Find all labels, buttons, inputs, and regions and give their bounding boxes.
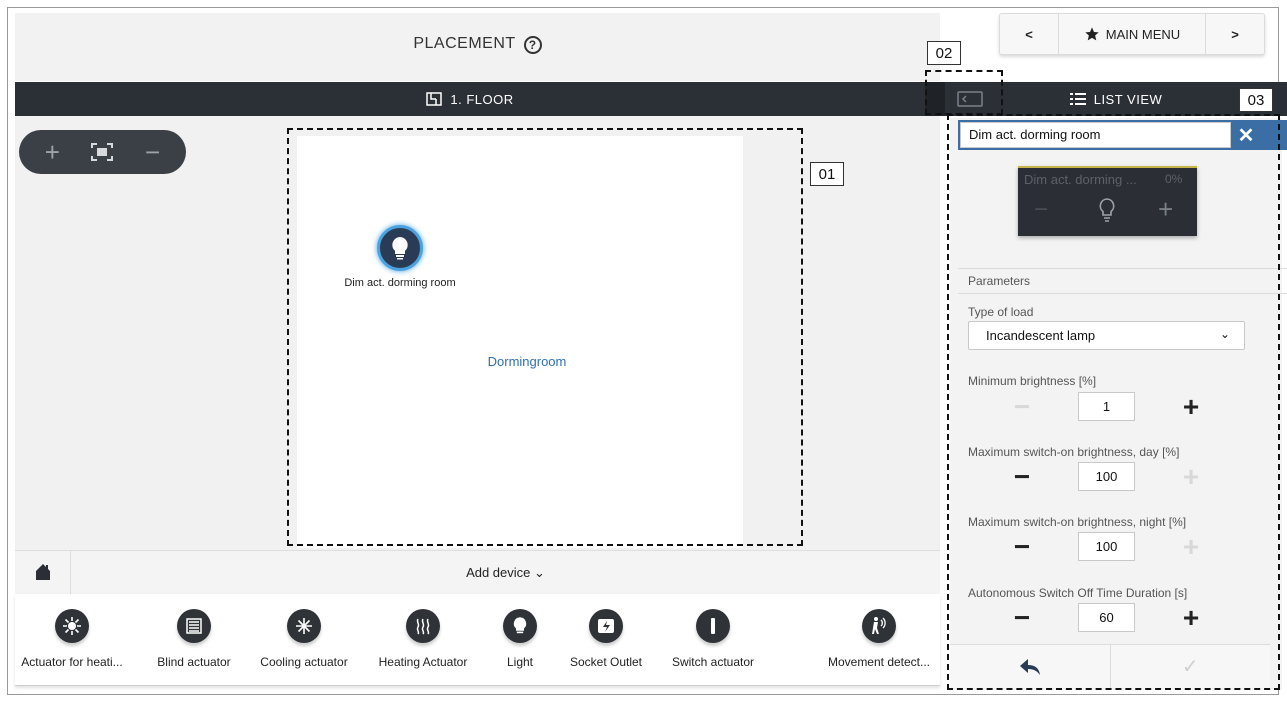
tray-item-movement-detector[interactable]: Movement detect... <box>820 609 938 669</box>
placed-device-label: Dim act. dorming room <box>344 277 456 289</box>
tray-item-heating-actuator-2[interactable]: Heating Actuator <box>372 609 474 669</box>
callout-label-02: 02 <box>927 41 961 65</box>
next-button[interactable]: > <box>1206 14 1264 54</box>
zoom-controls: + − <box>19 130 186 174</box>
main-nav: < MAIN MENU > <box>999 13 1265 55</box>
floor-bar[interactable]: 1. FLOOR <box>15 82 925 116</box>
tray-item-socket-outlet[interactable]: Socket Outlet <box>564 609 648 669</box>
heat-waves-icon <box>406 609 440 643</box>
fit-to-screen-icon[interactable] <box>91 143 114 161</box>
prev-button[interactable]: < <box>1000 14 1058 54</box>
tray-item-cooling-actuator[interactable]: Cooling actuator <box>255 609 353 669</box>
bulb-icon <box>392 237 408 260</box>
main-menu-button[interactable]: MAIN MENU <box>1058 14 1206 54</box>
tray-item-switch-actuator[interactable]: Switch actuator <box>666 609 760 669</box>
floor-plan-icon <box>426 92 443 106</box>
home-button[interactable] <box>15 550 71 594</box>
star-icon <box>1085 27 1099 41</box>
house-icon <box>35 564 50 580</box>
callout-label-01: 01 <box>810 162 844 186</box>
tray-item-heating-actuator[interactable]: Actuator for heati... <box>15 609 129 669</box>
zoom-in-button[interactable]: + <box>45 137 60 168</box>
zoom-out-button[interactable]: − <box>145 137 160 168</box>
chevron-down-icon: ⌄ <box>534 565 545 580</box>
tray-item-light[interactable]: Light <box>500 609 540 669</box>
bulb-icon <box>503 609 537 643</box>
callout-region-03 <box>947 114 1280 690</box>
heating-actuator-icon <box>55 609 89 643</box>
callout-region-01 <box>287 128 803 546</box>
callout-label-03: 03 <box>1239 88 1273 112</box>
room-label: Dormingroom <box>487 354 567 369</box>
add-device-toggle[interactable]: Add device ⌄ <box>71 565 940 581</box>
socket-icon <box>589 609 623 643</box>
help-icon[interactable]: ? <box>523 36 542 54</box>
placed-device-dimmer[interactable] <box>377 225 423 271</box>
tray-item-blind-actuator[interactable]: Blind actuator <box>152 609 236 669</box>
movement-detector-icon <box>862 609 896 643</box>
blind-icon <box>177 609 211 643</box>
list-icon <box>1069 93 1086 105</box>
page-title: PLACEMENT? <box>15 35 940 54</box>
switch-icon <box>696 609 730 643</box>
snowflake-icon <box>287 609 321 643</box>
callout-region-02 <box>925 70 1003 115</box>
